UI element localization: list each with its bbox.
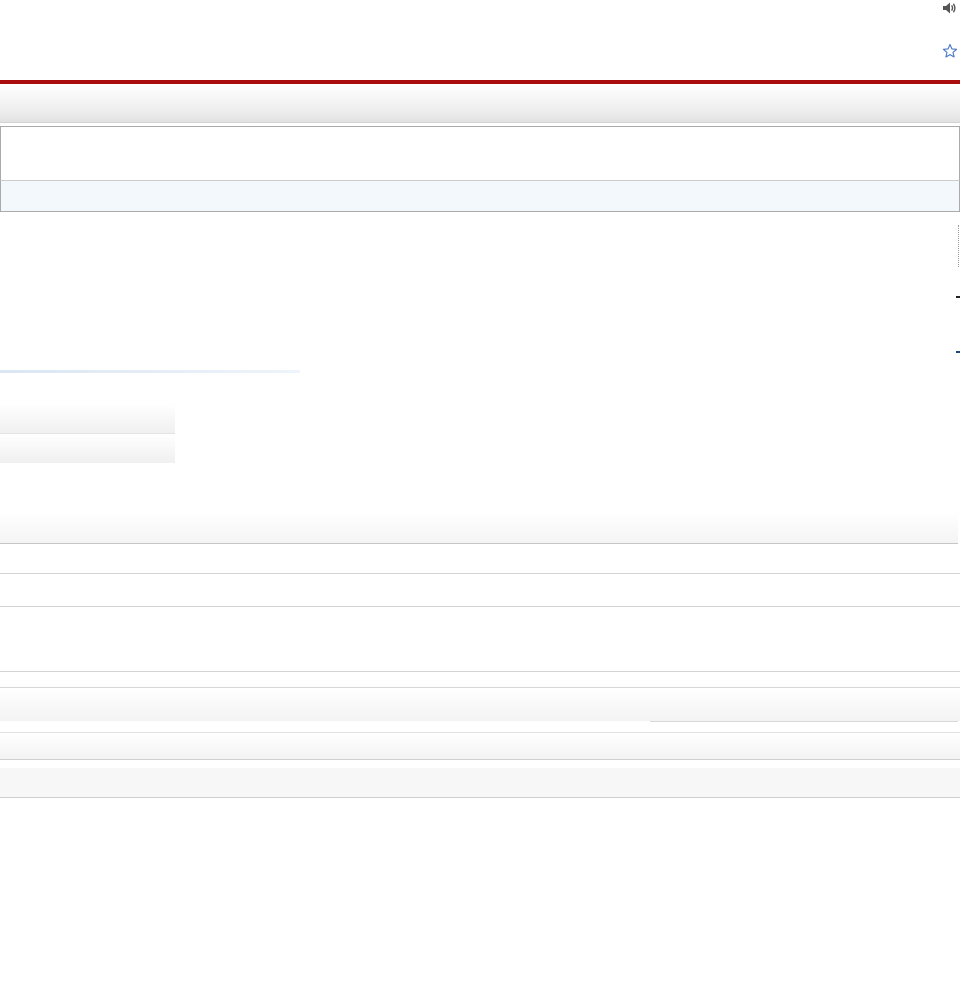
search-panel: [0, 126, 960, 180]
scroll-marker: [956, 351, 960, 353]
speaker-icon[interactable]: [941, 0, 957, 16]
sidebar-item[interactable]: [0, 433, 175, 463]
page: [0, 0, 960, 1000]
footer-panel: [0, 687, 960, 721]
scroll-marker: [956, 296, 960, 298]
search-results-bar: [0, 180, 960, 212]
active-tab-underline: [0, 370, 300, 373]
panel-divider: [650, 721, 958, 722]
sidebar-item[interactable]: [0, 404, 175, 433]
table-row-divider: [0, 573, 960, 574]
main-navigation-bar: [0, 84, 960, 123]
table-header: [0, 512, 958, 544]
star-icon[interactable]: [942, 43, 958, 59]
footer-panel: [0, 732, 960, 760]
page-header: [0, 0, 960, 80]
footer-panel: [0, 768, 960, 798]
table-row-divider: [0, 606, 960, 607]
scroll-guide: [958, 225, 959, 267]
table-row-divider: [0, 671, 960, 672]
